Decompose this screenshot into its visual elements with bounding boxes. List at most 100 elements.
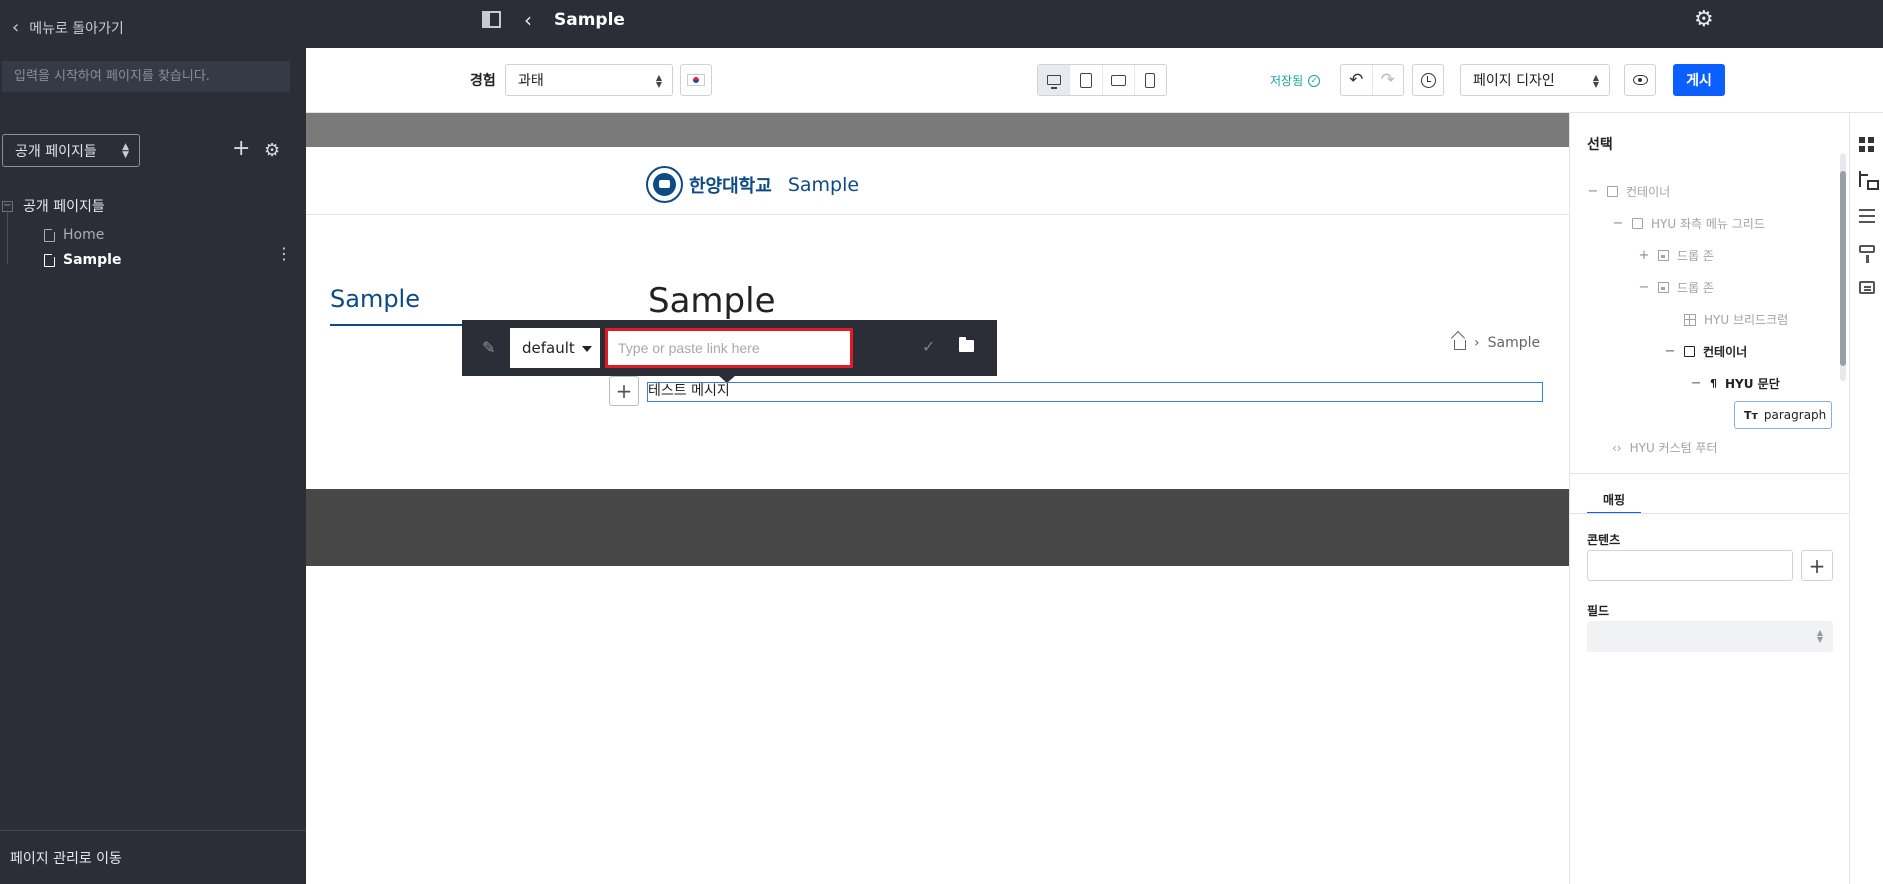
- sidebar-toggle-icon[interactable]: [482, 11, 501, 28]
- gear-icon[interactable]: ⚙: [264, 140, 280, 161]
- tree-icon[interactable]: [1859, 171, 1879, 190]
- gear-icon[interactable]: ⚙: [1694, 9, 1714, 31]
- go-to-page-management-link[interactable]: 페이지 관리로 이동: [0, 830, 306, 884]
- page-tree-root[interactable]: − 공개 페이지들: [2, 196, 105, 216]
- layer-left-menu-grid[interactable]: − HYU 좌측 메뉴 그리드: [1612, 215, 1765, 232]
- home-icon[interactable]: [1454, 340, 1466, 350]
- page-search-input[interactable]: [2, 61, 290, 92]
- check-icon[interactable]: ✓: [922, 337, 935, 356]
- landscape-view-button[interactable]: [1103, 65, 1135, 95]
- caret-down-icon: [582, 346, 592, 352]
- layer-breadcrumb[interactable]: HYU 브리드크럼: [1684, 311, 1788, 328]
- container-icon: [1684, 346, 1695, 357]
- check-circle-icon: ✓: [1308, 74, 1321, 87]
- back-to-menu-link[interactable]: ‹ 메뉴로 돌아가기: [12, 16, 124, 40]
- field-select[interactable]: ▲ ▼: [1587, 621, 1833, 652]
- back-to-menu-label: 메뉴로 돌아가기: [29, 21, 124, 37]
- layer-tree-scrollbar[interactable]: [1840, 153, 1846, 381]
- save-status-label: 저장됨: [1270, 74, 1304, 88]
- folder-icon[interactable]: [959, 337, 974, 352]
- redo-icon: ↷: [1380, 70, 1395, 90]
- page-visibility-value: 공개 페이지들: [15, 143, 97, 160]
- collapse-icon[interactable]: −: [1690, 376, 1702, 391]
- university-logo[interactable]: 한양대학교 Sample: [646, 166, 859, 203]
- container-icon: [1607, 186, 1618, 197]
- page-sidebar: ‹ 메뉴로 돌아가기 공개 페이지들 ▲▼ + ⚙ − 공개 페이지들 Home…: [0, 0, 306, 884]
- chevron-right-icon: ›: [1474, 335, 1480, 351]
- layer-label: HYU 커스텀 푸터: [1629, 441, 1718, 455]
- paragraph-block[interactable]: 테스트 메시지: [647, 382, 1543, 402]
- save-status: 저장됨 ✓: [1270, 72, 1321, 89]
- panel-divider: [1570, 473, 1850, 474]
- field-label: 필드: [1587, 604, 1610, 618]
- link-url-input[interactable]: [605, 328, 853, 368]
- content-heading: Sample: [648, 281, 776, 321]
- page-tree-root-label: 공개 페이지들: [23, 199, 105, 215]
- layer-container-root[interactable]: − 컨테이너: [1587, 183, 1671, 200]
- layer-label: 드롭 존: [1677, 249, 1714, 263]
- history-button[interactable]: [1412, 64, 1444, 96]
- layer-label: 컨테이너: [1703, 345, 1748, 359]
- site-name: Sample: [787, 173, 860, 196]
- editor-toolbar: 경험 과태 ▲ ▼ 저장됨 ✓ ↶ ↷ 페이지 디자인 ▲ ▼ 게시: [306, 48, 1883, 113]
- editor-mode-select[interactable]: 페이지 디자인 ▲ ▼: [1460, 64, 1610, 96]
- phone-view-button[interactable]: [1135, 65, 1166, 95]
- desktop-view-button[interactable]: [1038, 65, 1071, 95]
- content-input[interactable]: [1587, 550, 1793, 581]
- layer-drop-zone[interactable]: − 드롭 존: [1638, 279, 1714, 296]
- add-page-button[interactable]: +: [232, 138, 250, 160]
- list-icon[interactable]: [1859, 209, 1875, 223]
- undo-redo-group: ↶ ↷: [1340, 64, 1404, 96]
- collapse-icon[interactable]: −: [1612, 216, 1624, 231]
- layer-container[interactable]: − 컨테이너: [1664, 343, 1748, 360]
- add-content-button[interactable]: +: [1801, 550, 1833, 581]
- tablet-view-button[interactable]: [1070, 65, 1103, 95]
- updown-icon: ▲ ▼: [1816, 628, 1823, 644]
- layer-label: 드롭 존: [1677, 281, 1714, 295]
- publish-button[interactable]: 게시: [1673, 64, 1725, 96]
- link-style-select[interactable]: default: [510, 328, 600, 368]
- expand-icon[interactable]: +: [1638, 248, 1650, 263]
- left-menu-title[interactable]: Sample: [330, 285, 420, 313]
- page-item-home[interactable]: Home: [44, 227, 104, 243]
- breadcrumb-current[interactable]: Sample: [1488, 335, 1541, 351]
- text-icon: Tт: [1744, 408, 1758, 422]
- left-menu-underline: [330, 324, 462, 326]
- comment-icon[interactable]: [1859, 281, 1875, 294]
- layer-footer[interactable]: ‹› HYU 커스텀 푸터: [1612, 439, 1718, 456]
- layer-label: HYU 문단: [1725, 377, 1780, 391]
- experience-select[interactable]: 과태 ▲ ▼: [505, 64, 673, 96]
- collapse-icon[interactable]: −: [1587, 184, 1599, 199]
- collapse-icon[interactable]: −: [1664, 344, 1676, 359]
- university-name: 한양대학교: [689, 175, 772, 197]
- link-style-value: default: [522, 339, 575, 357]
- components-icon[interactable]: [1859, 137, 1875, 153]
- publish-label: 게시: [1686, 73, 1712, 89]
- selection-title: 선택: [1587, 137, 1613, 153]
- drop-zone-icon: [1658, 282, 1669, 293]
- chevron-left-icon[interactable]: ‹: [524, 10, 532, 30]
- more-options-icon[interactable]: ⋮: [276, 246, 292, 262]
- add-block-button[interactable]: +: [609, 376, 639, 406]
- collapse-icon[interactable]: −: [1638, 280, 1650, 295]
- paint-brush-icon[interactable]: [1859, 245, 1875, 263]
- clock-icon: [1420, 72, 1436, 88]
- redo-button[interactable]: ↷: [1373, 65, 1404, 95]
- go-to-page-management-label: 페이지 관리로 이동: [10, 850, 122, 867]
- page-item-sample[interactable]: Sample: [44, 252, 121, 268]
- language-selector-button[interactable]: [680, 64, 712, 96]
- link-editor-toolbar: ✎ default ✓: [462, 320, 997, 376]
- tab-mapping[interactable]: 매핑: [1587, 486, 1641, 514]
- undo-button[interactable]: ↶: [1341, 65, 1373, 95]
- preview-button[interactable]: [1624, 64, 1656, 96]
- layer-label: HYU 좌측 메뉴 그리드: [1651, 217, 1765, 231]
- layer-drop-zone[interactable]: + 드롭 존: [1638, 247, 1714, 264]
- page-item-label: Home: [63, 227, 105, 243]
- eye-icon: [1632, 75, 1648, 85]
- layer-paragraph-selected[interactable]: Tт paragraph: [1734, 401, 1832, 429]
- page-visibility-select[interactable]: 공개 페이지들 ▲ ▼: [2, 134, 140, 167]
- phone-icon: [1145, 72, 1156, 88]
- layer-paragraph-component[interactable]: − ¶ HYU 문단: [1690, 375, 1780, 392]
- grid-icon: [1684, 313, 1696, 326]
- top-bar: ‹ Sample ⚙: [306, 0, 1883, 48]
